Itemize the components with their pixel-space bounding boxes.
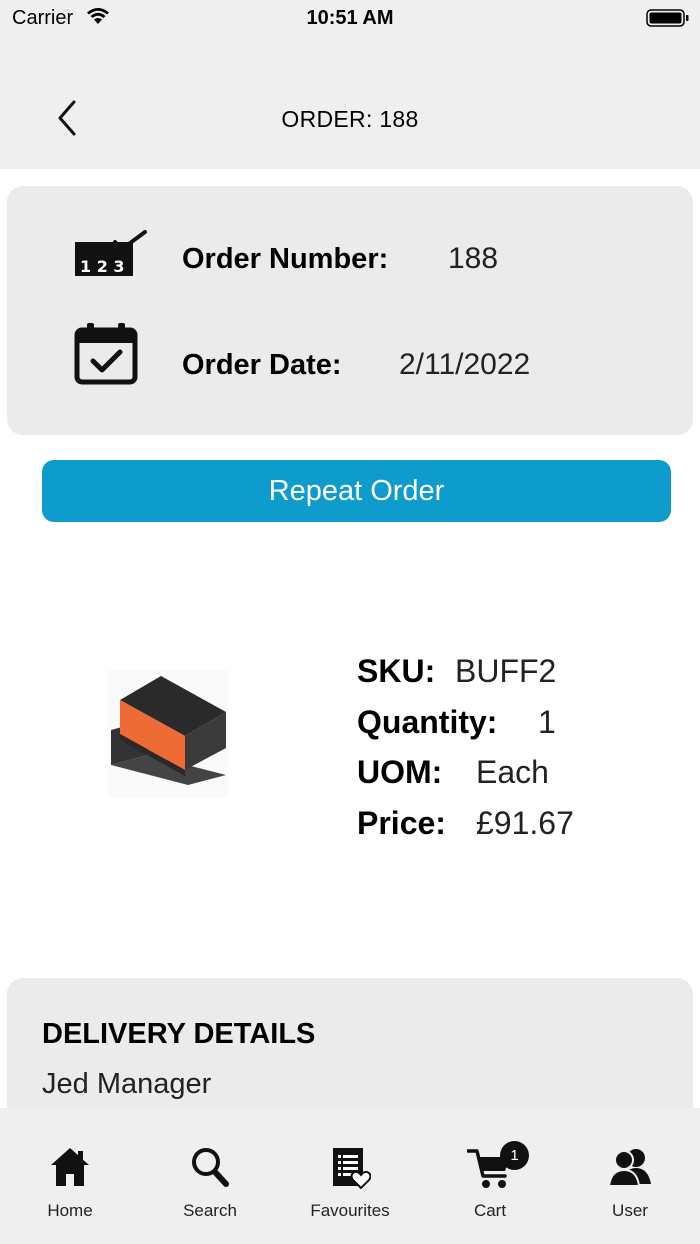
uom-label: UOM:	[357, 754, 443, 790]
repeat-order-button[interactable]: Repeat Order	[42, 460, 671, 522]
sku-value: BUFF2	[455, 653, 557, 689]
users-icon	[607, 1149, 651, 1187]
delivery-details-heading: DELIVERY DETAILS	[42, 1018, 316, 1050]
order-date-label: Order Date:	[182, 349, 342, 381]
battery-icon	[646, 9, 689, 27]
tab-user-label: User	[612, 1201, 648, 1220]
quantity-label: Quantity:	[357, 704, 498, 740]
tab-cart-label: Cart	[473, 1201, 507, 1220]
status-bar: Carrier 10:51 AM	[0, 0, 700, 36]
tab-favourites[interactable]: Favourites	[280, 1108, 420, 1244]
delivery-name: Jed Manager	[42, 1068, 212, 1100]
svg-text:1 2 3: 1 2 3	[80, 257, 125, 276]
favourites-list-icon	[333, 1148, 371, 1190]
price-label: Price:	[357, 805, 446, 841]
uom-value: Each	[476, 754, 549, 790]
calendar-check-icon	[74, 323, 138, 385]
product-image	[108, 670, 228, 798]
tab-home[interactable]: Home	[0, 1108, 140, 1244]
status-time: 10:51 AM	[306, 7, 394, 29]
tab-bar: Home Search Favourites Cart 1 User	[0, 1108, 700, 1244]
home-icon	[51, 1148, 89, 1186]
tab-cart[interactable]: Cart	[420, 1108, 560, 1244]
tab-home-label: Home	[47, 1201, 93, 1220]
tab-favourites-label: Favourites	[310, 1201, 390, 1220]
cart-count-badge: 1	[500, 1141, 529, 1170]
order-date-value: 2/11/2022	[399, 348, 531, 381]
123-check-icon: 1 2 3	[75, 230, 147, 276]
tab-search[interactable]: Search	[140, 1108, 280, 1244]
price-value: £91.67	[476, 805, 574, 841]
navigation-bar: ORDER: 188	[0, 36, 700, 169]
sku-label: SKU:	[357, 653, 436, 689]
page-title: ORDER: 188	[281, 106, 419, 132]
tab-user[interactable]: User	[560, 1108, 700, 1244]
search-icon	[192, 1148, 229, 1187]
tab-search-label: Search	[183, 1201, 237, 1220]
order-number-value: 188	[448, 242, 499, 275]
order-summary-card: 1 2 3 Order Number: 188 Order Date: 2/11…	[7, 186, 693, 435]
quantity-value: 1	[538, 704, 556, 740]
order-number-label: Order Number:	[182, 243, 389, 275]
